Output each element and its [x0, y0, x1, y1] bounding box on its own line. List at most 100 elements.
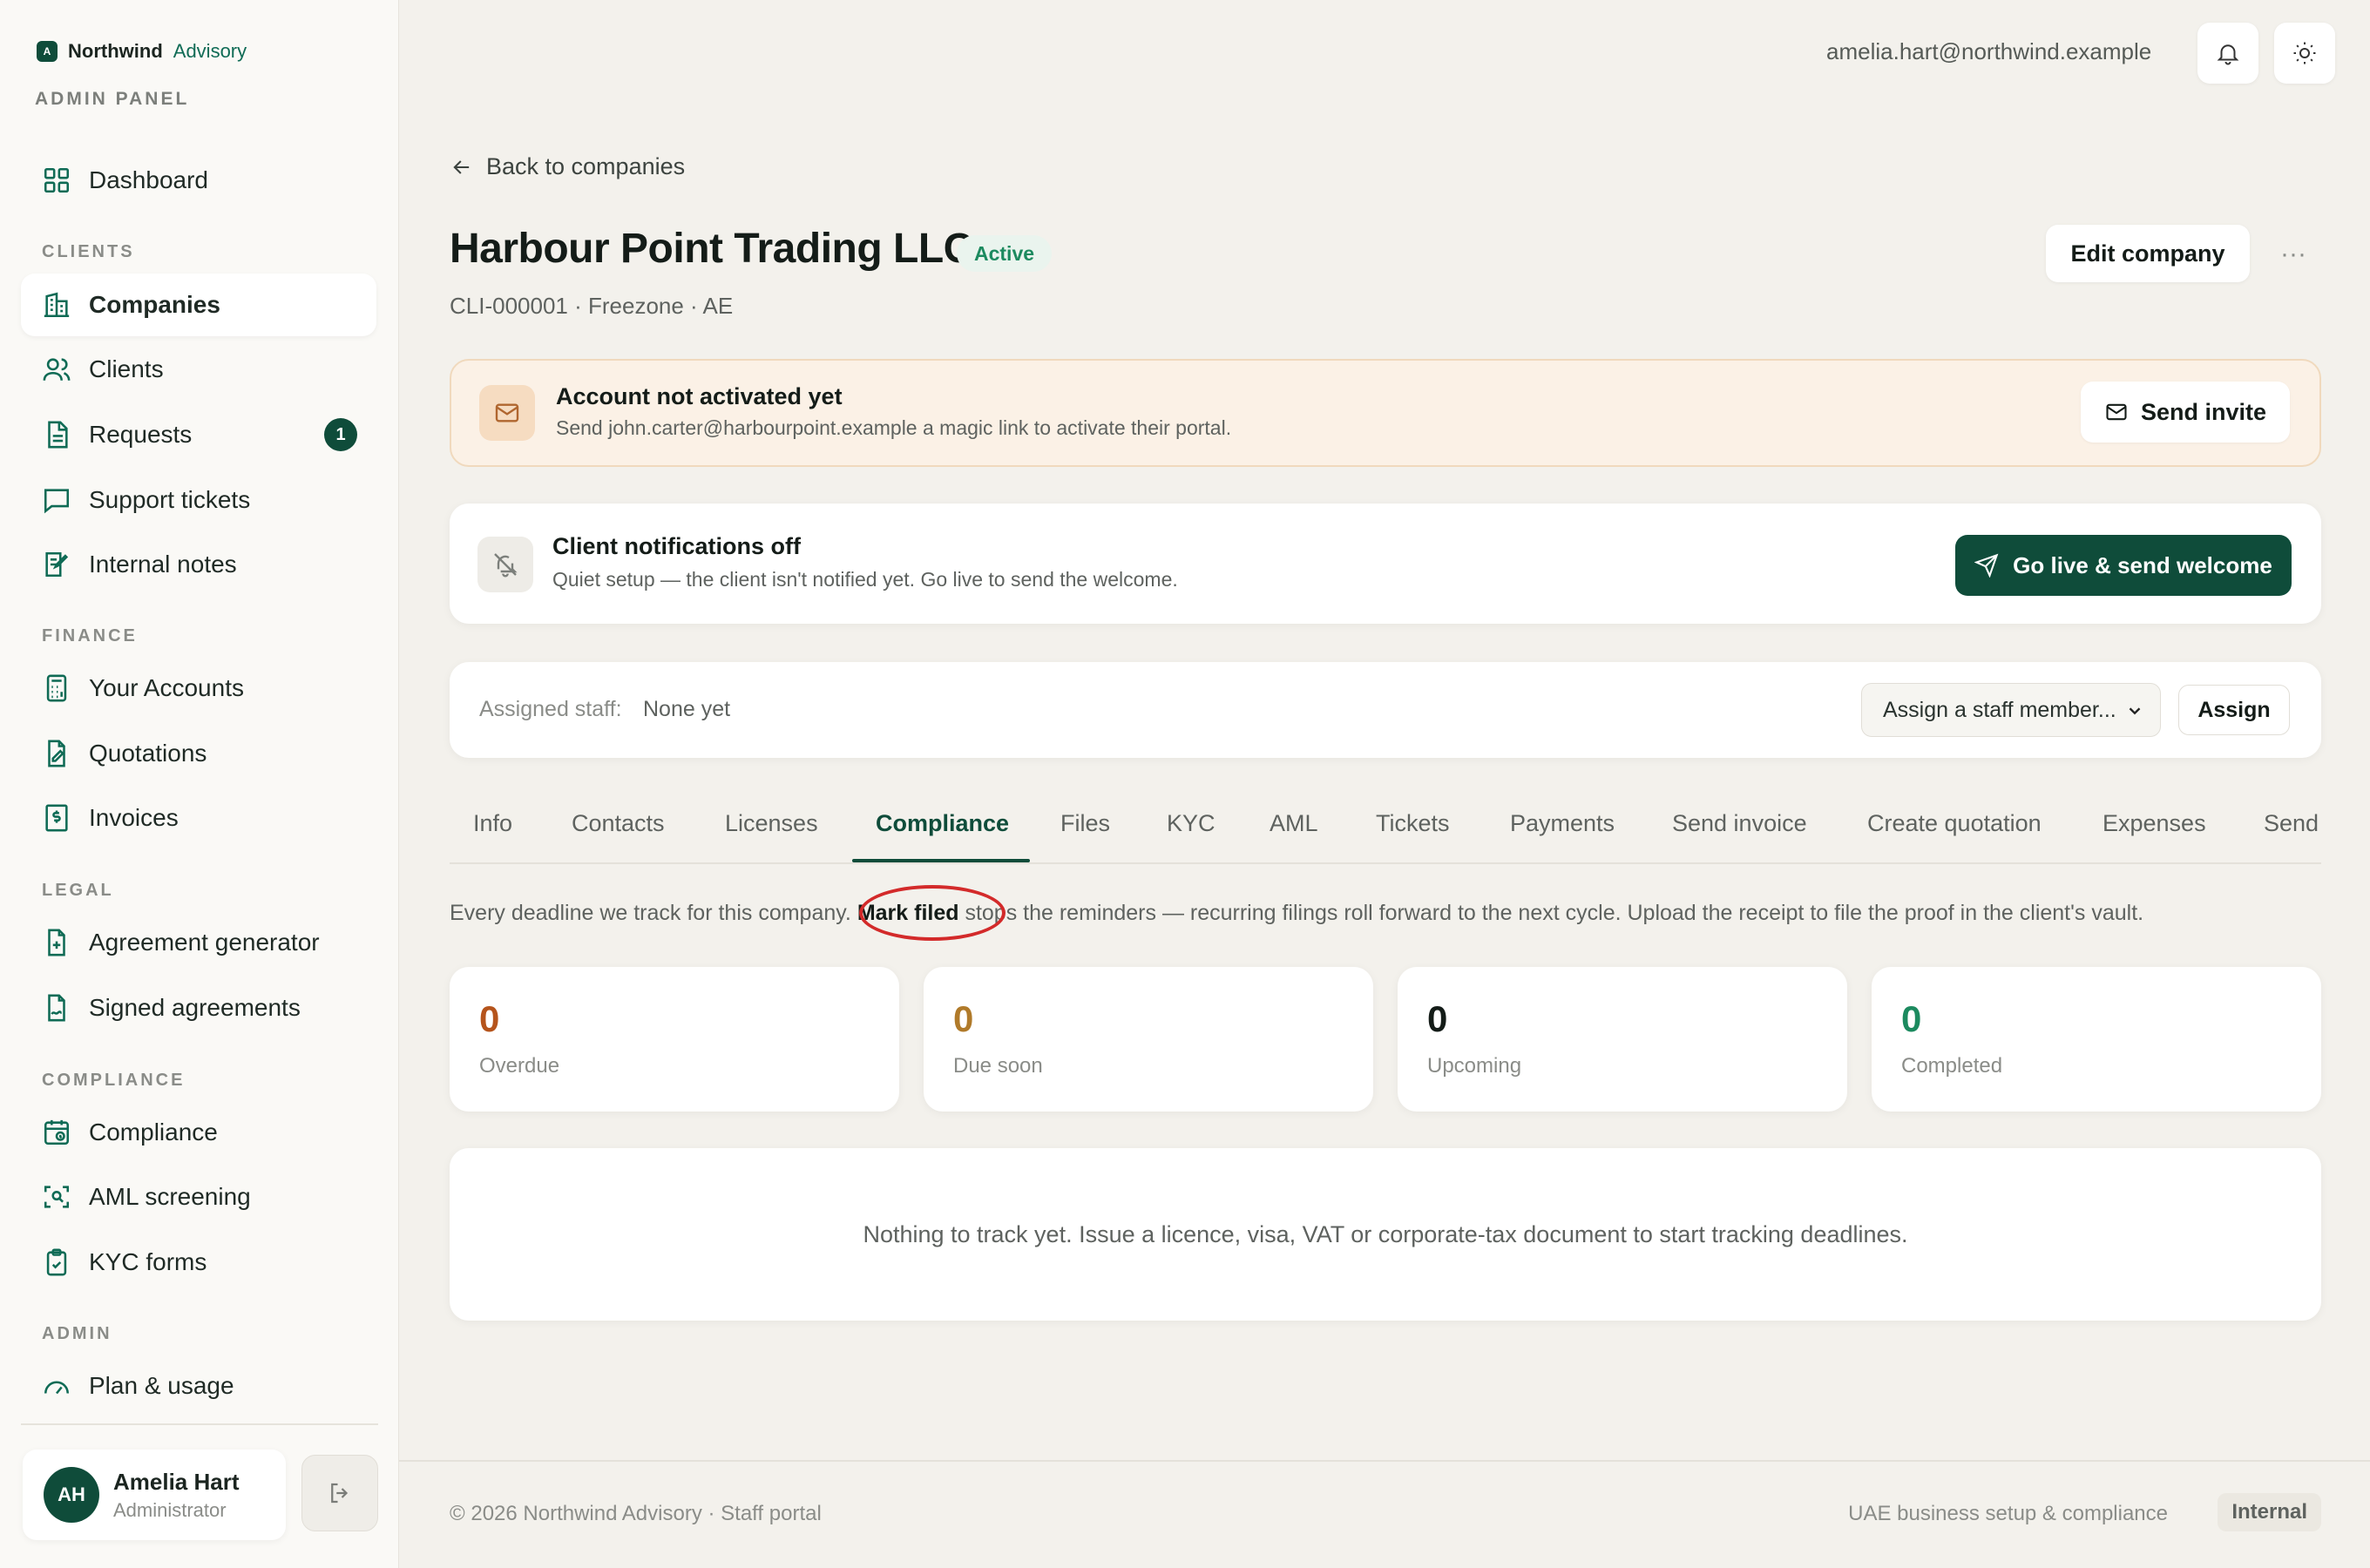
assigned-staff-bar: Assigned staff: None yet Assign a staff … [450, 662, 2321, 758]
sidebar-item-aml-screening[interactable]: AML screening [21, 1166, 376, 1228]
user-card[interactable]: AH Amelia Hart Administrator [23, 1450, 286, 1540]
stat-value: 0 [953, 998, 974, 1039]
back-to-companies-link[interactable]: Back to companies [450, 153, 685, 180]
sidebar-item-internal-notes[interactable]: Internal notes [21, 533, 376, 596]
gauge-icon [44, 1381, 70, 1395]
nav-section-finance: FINANCE [42, 626, 138, 645]
file-plus-icon [48, 929, 65, 956]
go-live-button[interactable]: Go live & send welcome [1955, 535, 2292, 596]
scan-icon [44, 1186, 70, 1208]
sidebar-item-companies[interactable]: Companies [21, 274, 376, 336]
calendar-clock-icon [44, 1119, 70, 1146]
tab-kyc[interactable]: KYC [1167, 810, 1215, 837]
staff-select[interactable]: Assign a staff member... [1861, 683, 2161, 737]
theme-toggle-button[interactable] [2274, 23, 2335, 84]
tab-send[interactable]: Send [2264, 810, 2319, 837]
users-icon [43, 358, 71, 381]
user-role: Administrator [113, 1498, 227, 1521]
empty-state: Nothing to track yet. Issue a licence, v… [450, 1148, 2321, 1321]
page-title: Harbour Point Trading LLC [450, 226, 973, 272]
nav-section-clients: CLIENTS [42, 242, 135, 261]
tab-create-quotation[interactable]: Create quotation [1867, 810, 2042, 837]
company-tabs: Info Contacts Licenses Compliance Files … [450, 794, 2321, 864]
compliance-intro: Every deadline we track for this company… [450, 901, 2143, 926]
assigned-staff-value: None yet [643, 697, 731, 721]
user-name: Amelia Hart [113, 1468, 240, 1495]
sidebar-item-requests[interactable]: Requests 1 [21, 403, 376, 466]
staff-select-value: Assign a staff member... [1883, 697, 2116, 722]
sidebar-item-quotations[interactable]: Quotations [21, 722, 376, 785]
stat-label: Completed [1901, 1054, 2003, 1078]
tab-compliance[interactable]: Compliance [876, 810, 1009, 837]
sidebar-item-label: Invoices [89, 804, 179, 831]
active-tab-indicator [852, 859, 1030, 862]
highlight-annotation-circle [859, 885, 1006, 941]
logout-button[interactable] [301, 1455, 378, 1531]
footer-internal-tag: Internal [2218, 1493, 2321, 1531]
send-icon [1974, 553, 1999, 578]
stat-label: Due soon [953, 1054, 1043, 1078]
sidebar-item-label: Agreement generator [89, 929, 320, 956]
notifications-title: Client notifications off [552, 533, 801, 559]
calculator-icon [46, 674, 67, 702]
stat-value: 0 [479, 998, 500, 1039]
tab-aml[interactable]: AML [1270, 810, 1318, 837]
tab-info[interactable]: Info [473, 810, 512, 837]
sidebar-item-label: Quotations [89, 740, 207, 767]
brand[interactable]: A Northwind Advisory [37, 40, 247, 63]
stat-label: Upcoming [1427, 1054, 1522, 1078]
sidebar-item-clients[interactable]: Clients [21, 338, 376, 401]
stat-label: Overdue [479, 1054, 560, 1078]
sidebar-item-label: KYC forms [89, 1248, 207, 1275]
sidebar-item-label: Companies [89, 291, 220, 318]
mail-icon [2106, 403, 2127, 421]
sidebar-item-label: Your Accounts [89, 674, 244, 701]
sidebar-item-agreement-generator[interactable]: Agreement generator [21, 911, 376, 974]
more-icon: ··· [2280, 240, 2306, 268]
nav-section-admin: ADMIN [42, 1324, 112, 1343]
sidebar-item-support-tickets[interactable]: Support tickets [21, 469, 376, 531]
intro-after: stops the reminders — recurring filings … [958, 901, 2144, 925]
send-invite-button[interactable]: Send invite [2081, 382, 2290, 443]
sidebar-item-compliance[interactable]: Compliance [21, 1101, 376, 1164]
chat-icon [44, 489, 70, 514]
activation-banner: Account not activated yet Send john.cart… [450, 359, 2321, 467]
sidebar-item-invoices[interactable]: Invoices [21, 787, 376, 849]
building-icon [44, 292, 70, 318]
sidebar-item-kyc-forms[interactable]: KYC forms [21, 1231, 376, 1294]
assign-button[interactable]: Assign [2178, 685, 2290, 735]
sidebar-item-signed-agreements[interactable]: Signed agreements [21, 977, 376, 1039]
clipboard-check-icon [46, 1248, 67, 1276]
sidebar-item-dashboard[interactable]: Dashboard [21, 149, 376, 212]
sidebar: A Northwind Advisory ADMIN PANEL Dashboa… [0, 0, 399, 1568]
footer-copyright: © 2026 Northwind Advisory · Staff portal [450, 1502, 822, 1525]
footer-tagline: UAE business setup & compliance [1848, 1502, 2168, 1525]
brand-name: Northwind [68, 40, 163, 62]
footer: © 2026 Northwind Advisory · Staff portal… [399, 1460, 2370, 1568]
nav-section-legal: LEGAL [42, 881, 114, 900]
document-icon [48, 421, 68, 449]
dashboard-icon [44, 167, 70, 193]
tab-contacts[interactable]: Contacts [572, 810, 665, 837]
sidebar-item-label: Signed agreements [89, 994, 301, 1021]
sidebar-item-label: AML screening [89, 1183, 251, 1210]
brand-logo: A [37, 41, 58, 62]
brand-accent: Advisory [173, 40, 247, 62]
tab-expenses[interactable]: Expenses [2103, 810, 2206, 837]
sidebar-item-plan-usage[interactable]: Plan & usage [21, 1355, 376, 1417]
tab-tickets[interactable]: Tickets [1376, 810, 1450, 837]
logout-icon [331, 1483, 349, 1504]
tab-payments[interactable]: Payments [1510, 810, 1615, 837]
notifications-button[interactable] [2197, 23, 2258, 84]
tab-licenses[interactable]: Licenses [725, 810, 818, 837]
sidebar-item-label: Dashboard [89, 166, 208, 193]
edit-company-button[interactable]: Edit company [2046, 225, 2250, 282]
tab-send-invoice[interactable]: Send invoice [1672, 810, 1807, 837]
back-link-label: Back to companies [486, 153, 686, 179]
more-options-button[interactable]: ··· [2274, 235, 2312, 274]
tab-files[interactable]: Files [1060, 810, 1110, 837]
intro-before: Every deadline we track for this company… [450, 901, 857, 925]
assigned-staff-label: Assigned staff: [479, 697, 622, 721]
sidebar-item-your-accounts[interactable]: Your Accounts [21, 657, 376, 720]
admin-panel-label: ADMIN PANEL [35, 89, 190, 109]
